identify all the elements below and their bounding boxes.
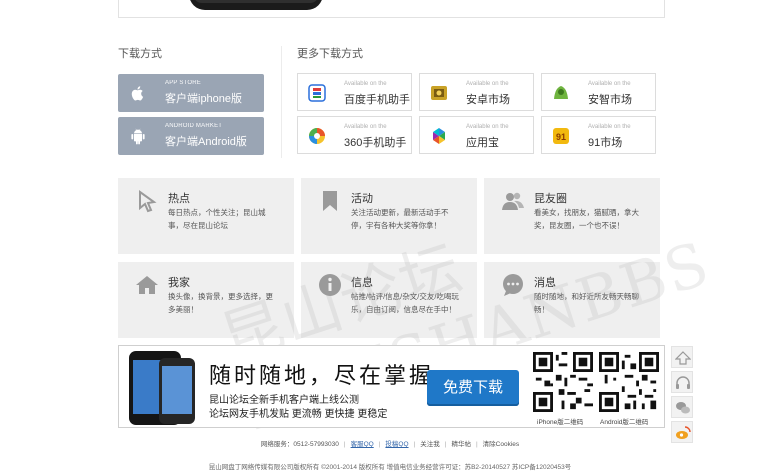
app-promo-banner: 随时随地，尽在掌握 昆山论坛全新手机客户端上线公测 论坛网友手机发贴 更流畅 更… (118, 345, 665, 428)
feature-title: 活动 (351, 193, 373, 205)
store-name: 安智市场 (588, 94, 632, 106)
feature-friends[interactable]: 昆友圈 看美女，找朋友，猫腻晒，拿大奖，昆友圈，一个也不误！ (484, 178, 660, 254)
store-anzhi[interactable]: Available on the 安智市场 (541, 73, 656, 111)
store-sub: Available on the (466, 124, 509, 130)
more-download-title: 更多下载方式 (297, 48, 363, 60)
service-hotline: 网络服务：0512-57993030 (260, 441, 339, 448)
feature-desc: 随时随地，和好近所友畅天畅聊畅！ (534, 292, 639, 314)
android-download-button[interactable]: ANDROID MARKET 客户端Android版 (118, 117, 264, 155)
info-icon (317, 272, 343, 298)
side-toolbar (671, 346, 693, 446)
feature-home[interactable]: 我家 换头像，换背景，更多选择，更多美丽！ (118, 262, 294, 338)
baidu-icon (306, 82, 328, 104)
store-sub: Available on the (588, 124, 631, 130)
hiapk-icon (428, 82, 450, 104)
feature-info[interactable]: 信息 帖推/帖评/信息/杂文/交友/吃喝玩乐，自由订阅，信息尽在手中！ (301, 262, 477, 338)
friends-icon (500, 188, 526, 214)
store-hiapk[interactable]: Available on the 安卓市场 (419, 73, 534, 111)
feature-title: 热点 (168, 193, 190, 205)
footer-link-clear-cookies[interactable]: 清除Cookies (483, 441, 519, 448)
store-91[interactable]: 91 Available on the 91市场 (541, 116, 656, 154)
footer-link-contribute-qq[interactable]: 投稿QQ (385, 441, 408, 448)
message-icon (500, 272, 526, 298)
iphone-download-button[interactable]: APP STORE 客户端iphone版 (118, 74, 264, 112)
headset-icon (676, 376, 690, 389)
feature-desc: 每日热点，个性关注；昆山城事，尽在昆山论坛 (168, 208, 266, 230)
svg-text:91: 91 (556, 132, 566, 142)
footer-link-service-qq[interactable]: 客服QQ (351, 441, 374, 448)
free-download-button[interactable]: 免费下载 (427, 370, 519, 406)
iphone-download-sub: APP STORE (165, 80, 201, 86)
feature-activity[interactable]: 活动 关注活动更新，最新活动手不停，宇有各种大奖等你拿！ (301, 178, 477, 254)
store-sub: Available on the (344, 124, 387, 130)
top-arrow-icon (675, 351, 691, 365)
iphone-qr-code (533, 352, 593, 412)
phone-image-2 (159, 358, 195, 424)
store-sub: Available on the (344, 81, 387, 87)
back-to-top-button[interactable] (671, 346, 693, 368)
store-360[interactable]: Available on the 360手机助手 (297, 116, 412, 154)
android-download-label: 客户端Android版 (165, 136, 247, 148)
cursor-icon (134, 188, 160, 214)
store-baidu[interactable]: Available on the 百度手机助手 (297, 73, 412, 111)
android-qr-code (599, 352, 659, 412)
iphone-qr-label: iPhone版二维码 (537, 419, 584, 426)
top-banner-strip (118, 0, 665, 18)
iphone-download-label: 客户端iphone版 (165, 93, 243, 105)
feature-desc: 帖推/帖评/信息/杂文/交友/吃喝玩乐，自由订阅，信息尽在手中！ (351, 292, 459, 314)
download-title: 下载方式 (118, 48, 162, 60)
android-icon (129, 127, 147, 145)
home-icon (134, 272, 160, 298)
footer-link-essence[interactable]: 精华帖 (451, 441, 471, 448)
feature-title: 昆友圈 (534, 193, 567, 205)
footer-link-follow[interactable]: 关注我 (420, 441, 440, 448)
feature-message[interactable]: 消息 随时随地，和好近所友畅天畅聊畅！ (484, 262, 660, 338)
store-sub: Available on the (466, 81, 509, 87)
copyright: 昆山网盘丁网络传媒有限公司版权所有 ©2001-2014 版权所有 增值电信业务… (208, 464, 572, 471)
apple-icon (129, 84, 147, 102)
store-name: 91市场 (588, 137, 623, 149)
360-icon (306, 125, 328, 147)
section-divider (281, 46, 282, 158)
feature-title: 消息 (534, 277, 556, 289)
wechat-button[interactable] (671, 396, 693, 418)
anzhi-icon (550, 82, 572, 104)
bookmark-icon (317, 188, 343, 214)
feature-desc: 看美女，找朋友，猫腻晒，拿大奖，昆友圈，一个也不误！ (534, 208, 639, 230)
yingyongbao-icon (428, 125, 450, 147)
wechat-icon (676, 402, 690, 414)
feature-hot[interactable]: 热点 每日热点，个性关注；昆山城事，尽在昆山论坛 (118, 178, 294, 254)
store-name: 360手机助手 (344, 137, 407, 149)
store-name: 应用宝 (466, 137, 499, 149)
phone-image (189, 0, 323, 10)
feature-desc: 换头像，换背景，更多选择，更多美丽！ (168, 292, 273, 314)
customer-service-button[interactable] (671, 371, 693, 393)
91-icon: 91 (550, 125, 572, 147)
store-name: 安卓市场 (466, 94, 510, 106)
feature-desc: 关注活动更新，最新活动手不停，宇有各种大奖等你拿！ (351, 208, 449, 230)
store-sub: Available on the (588, 81, 631, 87)
android-download-sub: ANDROID MARKET (165, 123, 223, 129)
feature-title: 信息 (351, 277, 373, 289)
banner-line1: 昆山论坛全新手机客户端上线公测 (209, 395, 359, 406)
store-yingyongbao[interactable]: Available on the 应用宝 (419, 116, 534, 154)
feature-title: 我家 (168, 277, 190, 289)
footer-links: 网络服务：0512-57993030 | 客服QQ | 投稿QQ | 关注我 | 精华帖 | 清除C… (260, 441, 520, 448)
android-qr-label: Android版二维码 (600, 419, 649, 426)
store-name: 百度手机助手 (344, 94, 410, 106)
banner-line2: 论坛网友手机发贴 更流畅 更快捷 更稳定 (209, 409, 388, 420)
banner-slogan: 随时随地，尽在掌握 (209, 364, 435, 389)
